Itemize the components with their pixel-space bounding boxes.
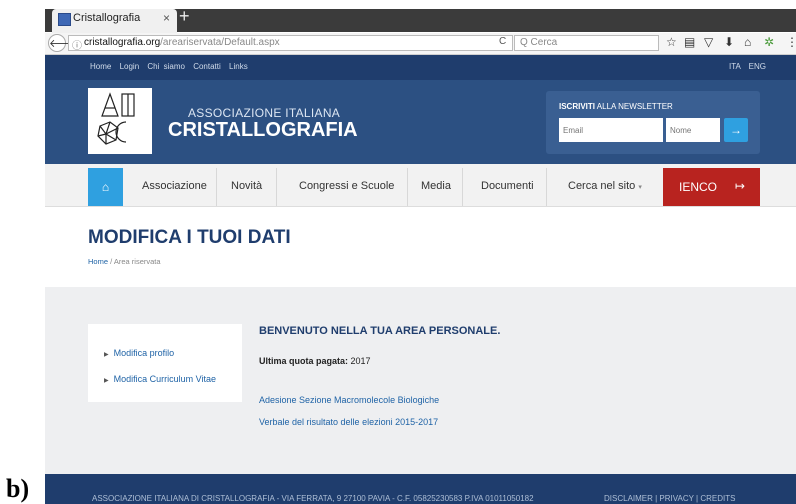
- chevron-down-icon: ▾: [638, 184, 642, 191]
- triangle-right-icon: ▶: [104, 378, 109, 384]
- lang-ita[interactable]: ITA: [729, 62, 740, 71]
- side-item-label: Modifica Curriculum Vitae: [113, 374, 216, 384]
- breadcrumb-home[interactable]: Home: [88, 257, 108, 266]
- top-link-home[interactable]: Home: [90, 62, 111, 71]
- tab-title: Cristallografia: [73, 12, 141, 24]
- newsletter-email-input[interactable]: [559, 118, 663, 142]
- newsletter-submit-button[interactable]: →: [724, 118, 748, 142]
- close-tab-icon[interactable]: ×: [163, 11, 170, 25]
- menu-divider: [216, 168, 217, 206]
- menu-media[interactable]: Media: [421, 180, 451, 192]
- welcome-heading: BENVENUTO NELLA TUA AREA PERSONALE.: [259, 325, 501, 337]
- extension-icon[interactable]: ✲: [764, 35, 774, 49]
- side-menu: [88, 324, 242, 402]
- quota-label: Ultima quota pagata:: [259, 356, 349, 366]
- footer-links[interactable]: DISCLAIMER | PRIVACY | CREDITS: [604, 494, 735, 503]
- menu-divider: [276, 168, 277, 206]
- quota-value: 2017: [348, 356, 371, 366]
- newsletter-name-input[interactable]: [666, 118, 720, 142]
- menu-associazione[interactable]: Associazione: [142, 180, 207, 192]
- link-adesione-sezione[interactable]: Adesione Sezione Macromolecole Biologich…: [259, 395, 439, 405]
- language-switcher: ITA ENG: [723, 62, 766, 71]
- menu-cerca-label: Cerca nel sito: [568, 180, 636, 192]
- home-icon[interactable]: ⌂: [744, 35, 751, 49]
- ienco-label: IENCO: [679, 180, 718, 194]
- logout-icon[interactable]: ↦: [735, 179, 745, 193]
- breadcrumb: Home / Area riservata: [88, 257, 161, 266]
- breadcrumb-current: / Area riservata: [108, 257, 161, 266]
- info-icon[interactable]: ⓘ: [72, 37, 82, 52]
- top-link-links[interactable]: Links: [229, 62, 248, 71]
- menu-documenti[interactable]: Documenti: [481, 180, 534, 192]
- lang-eng[interactable]: ENG: [749, 62, 766, 71]
- menu-congressi[interactable]: Congressi e Scuole: [299, 180, 394, 192]
- reload-icon[interactable]: C: [499, 36, 506, 47]
- url-path: /areariservata/Default.aspx: [160, 37, 280, 48]
- top-links: Home Login Chi siamo Contatti Links: [90, 62, 252, 71]
- pocket-icon[interactable]: ▽: [704, 35, 713, 49]
- top-link-contatti[interactable]: Contatti: [193, 62, 221, 71]
- favicon-icon: [58, 13, 71, 26]
- triangle-right-icon: ▶: [104, 352, 109, 358]
- download-icon[interactable]: ⬇: [724, 35, 734, 49]
- newsletter-title: ISCRIVITI ALLA NEWSLETTER: [559, 102, 673, 111]
- menu-divider: [546, 168, 547, 206]
- menu-divider: [407, 168, 408, 206]
- side-item-modifica-profilo[interactable]: ▶ Modifica profilo: [104, 348, 174, 358]
- back-button[interactable]: 🡐: [48, 34, 79, 52]
- aic-logo[interactable]: [88, 88, 152, 154]
- side-item-label: Modifica profilo: [113, 348, 175, 358]
- newsletter-title-bold: ISCRIVITI: [559, 102, 596, 111]
- top-link-chi-siamo[interactable]: Chi siamo: [147, 62, 185, 71]
- url-text: cristallografia.org/areariservata/Defaul…: [84, 37, 280, 48]
- page-title: MODIFICA I TUOI DATI: [88, 227, 291, 248]
- quota-info: Ultima quota pagata: 2017: [259, 356, 371, 366]
- home-nav-icon[interactable]: ⌂: [88, 168, 123, 206]
- newsletter-title-rest: ALLA NEWSLETTER: [595, 102, 673, 111]
- assoc-subtitle: ASSOCIAZIONE ITALIANA: [188, 106, 341, 120]
- menu-cerca[interactable]: Cerca nel sito ▾: [568, 180, 642, 192]
- menu-icon[interactable]: ⋮: [786, 35, 796, 49]
- footer-address: ASSOCIAZIONE ITALIANA DI CRISTALLOGRAFIA…: [92, 494, 534, 503]
- new-tab-button[interactable]: +: [179, 6, 190, 27]
- menu-divider: [462, 168, 463, 206]
- side-item-modifica-cv[interactable]: ▶ Modifica Curriculum Vitae: [104, 374, 216, 384]
- top-link-login[interactable]: Login: [120, 62, 140, 71]
- url-host: cristallografia.org: [84, 37, 161, 48]
- assoc-title: CRISTALLOGRAFIA: [168, 119, 358, 141]
- menu-novita[interactable]: Novità: [231, 180, 262, 192]
- search-placeholder: Q Cerca: [520, 37, 558, 48]
- link-verbale-elezioni[interactable]: Verbale del risultato delle elezioni 201…: [259, 417, 438, 427]
- reading-list-icon[interactable]: ▤: [684, 35, 695, 49]
- star-icon[interactable]: ☆: [666, 35, 677, 49]
- figure-caption: b): [6, 474, 30, 503]
